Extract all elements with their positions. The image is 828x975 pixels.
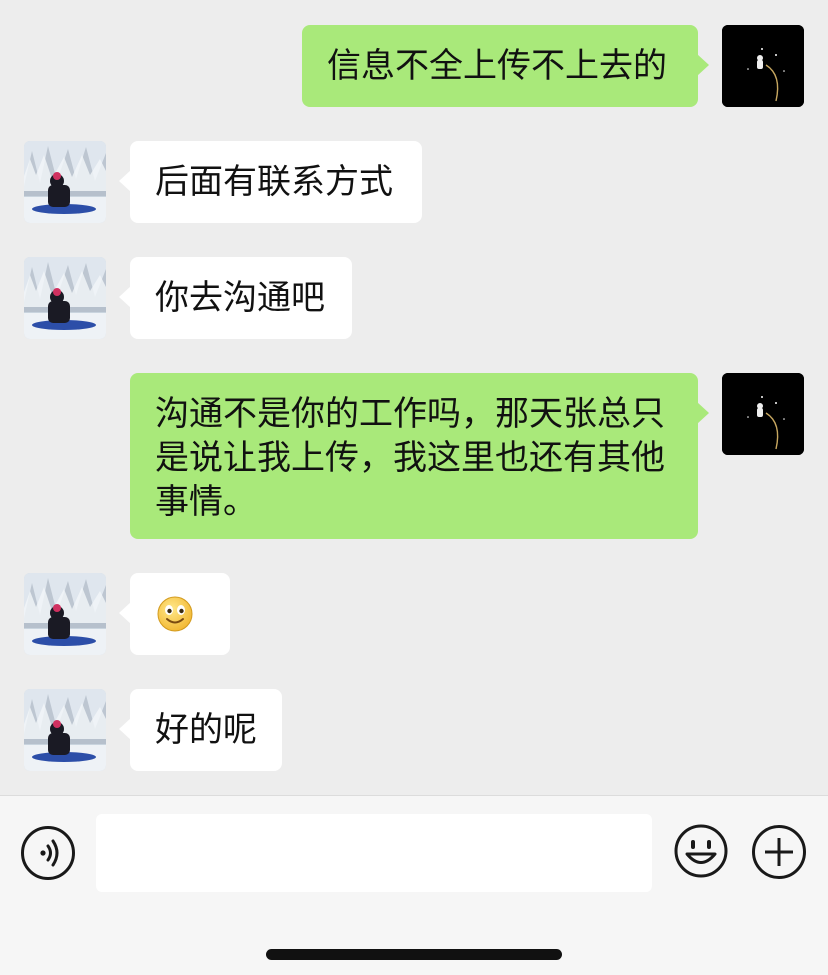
plus-button[interactable] — [752, 825, 806, 879]
message-text: 好的呢 — [155, 710, 257, 750]
message-text: 信息不全上传不上去的 — [327, 46, 667, 86]
message-text-line: 是说让我上传，我这里也还有其他 — [155, 438, 665, 478]
message-bubble-other[interactable]: 你去沟通吧 — [119, 257, 352, 339]
home-indicator[interactable] — [266, 949, 562, 960]
message-bubble-self[interactable]: 信息不全上传不上去的 — [302, 25, 709, 107]
voice-button[interactable] — [21, 826, 75, 880]
self-avatar[interactable] — [722, 25, 804, 107]
contact-avatar[interactable] — [24, 141, 106, 223]
contact-avatar[interactable] — [24, 689, 106, 771]
contact-avatar[interactable] — [24, 257, 106, 339]
voice-icon — [40, 839, 59, 867]
input-toolbar — [0, 795, 828, 975]
message-text: 后面有联系方式 — [155, 162, 393, 202]
self-avatar[interactable] — [722, 373, 804, 455]
contact-avatar[interactable] — [24, 573, 106, 655]
message-text-line: 事情。 — [155, 482, 257, 522]
message-bubble-other[interactable]: 好的呢 — [119, 689, 282, 771]
message-input[interactable] — [96, 814, 652, 892]
message-bubble-self[interactable]: 沟通不是你的工作吗，那天张总只 是说让我上传，我这里也还有其他 事情。 — [130, 373, 709, 539]
message-text: 你去沟通吧 — [155, 278, 325, 318]
emoji-button[interactable] — [673, 823, 729, 879]
message-text-line: 沟通不是你的工作吗，那天张总只 — [155, 394, 665, 434]
message-bubble-other[interactable] — [119, 573, 230, 655]
chat-area[interactable]: 信息不全上传不上去的 后面有联系方式 你去沟通吧 沟通不是你的工作吗，那天张总只… — [0, 0, 828, 795]
smile-emoji-icon — [157, 596, 193, 632]
message-bubble-other[interactable]: 后面有联系方式 — [119, 141, 422, 223]
emoji-icon — [674, 824, 728, 878]
